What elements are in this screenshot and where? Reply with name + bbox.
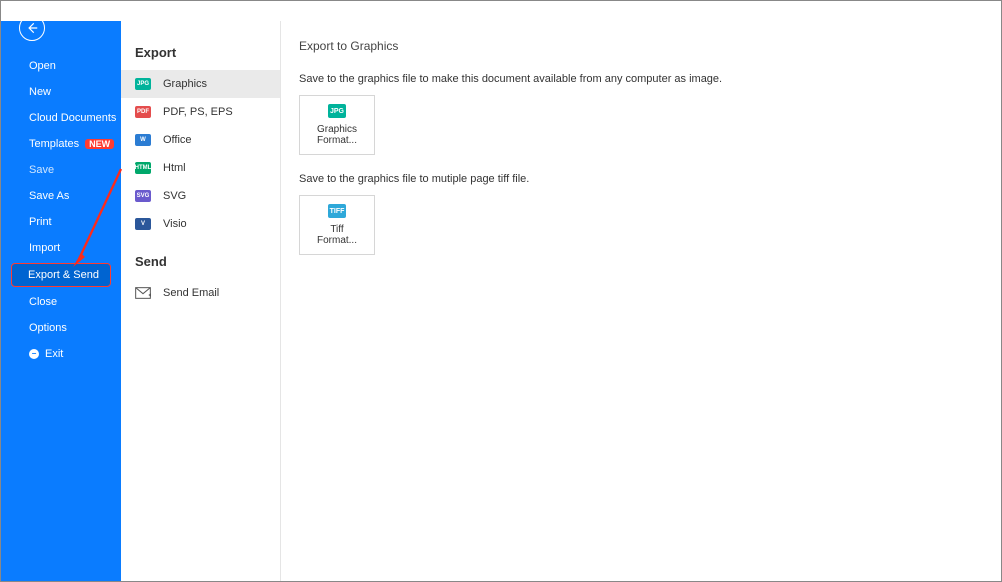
sidebar-item-label: Open (29, 60, 56, 72)
sidebar-item-templates[interactable]: Templates NEW (1, 131, 121, 157)
sidebar-item-import[interactable]: Import (1, 235, 121, 261)
sidebar-item-close[interactable]: Close (1, 289, 121, 315)
word-icon: W (135, 134, 151, 146)
send-heading: Send (121, 248, 280, 279)
export-option-visio[interactable]: V Visio (121, 210, 280, 238)
send-option-label: Send Email (163, 287, 219, 299)
main-title: Export to Graphics (299, 39, 1001, 53)
export-option-label: SVG (163, 190, 186, 202)
export-option-svg[interactable]: SVG SVG (121, 182, 280, 210)
tiff-description: Save to the graphics file to mutiple pag… (299, 173, 1001, 185)
sidebar-item-label: Export & Send (28, 269, 99, 281)
sidebar-item-label: Cloud Documents (29, 112, 116, 124)
email-icon (135, 287, 151, 299)
export-option-graphics[interactable]: JPG Graphics (121, 70, 280, 98)
export-send-column: Export JPG Graphics PDF PDF, PS, EPS W O… (121, 1, 281, 581)
graphics-description: Save to the graphics file to make this d… (299, 73, 1001, 85)
tiff-format-tile[interactable]: TIFF Tiff Format... (299, 195, 375, 255)
graphics-format-tile[interactable]: JPG Graphics Format... (299, 95, 375, 155)
export-option-html[interactable]: HTML Html (121, 154, 280, 182)
sidebar-item-label: Templates (29, 138, 79, 150)
sidebar-item-print[interactable]: Print (1, 209, 121, 235)
export-option-pdf[interactable]: PDF PDF, PS, EPS (121, 98, 280, 126)
sidebar-item-save[interactable]: Save (1, 157, 121, 183)
sidebar-item-export-send[interactable]: Export & Send (11, 263, 111, 287)
jpg-icon: JPG (135, 78, 151, 90)
tiff-icon: TIFF (328, 204, 346, 218)
sidebar-item-save-as[interactable]: Save As (1, 183, 121, 209)
export-heading: Export (121, 39, 280, 70)
send-option-email[interactable]: Send Email (121, 279, 280, 307)
sidebar-item-label: Print (29, 216, 52, 228)
tile-label: Graphics Format... (317, 124, 357, 146)
export-option-label: Visio (163, 218, 187, 230)
sidebar-item-label: New (29, 86, 51, 98)
exit-icon: − (29, 349, 39, 359)
jpg-icon: JPG (328, 104, 346, 118)
html-icon: HTML (135, 162, 151, 174)
visio-icon: V (135, 218, 151, 230)
sidebar-item-open[interactable]: Open (1, 53, 121, 79)
sidebar-item-label: Options (29, 322, 67, 334)
arrow-left-icon (25, 21, 39, 35)
svg-icon: SVG (135, 190, 151, 202)
export-option-label: PDF, PS, EPS (163, 106, 233, 118)
export-option-label: Office (163, 134, 192, 146)
sidebar-item-exit[interactable]: − Exit (1, 341, 121, 367)
sidebar-item-label: Save (29, 164, 54, 176)
sidebar-item-label: Close (29, 296, 57, 308)
export-option-label: Graphics (163, 78, 207, 90)
export-option-label: Html (163, 162, 186, 174)
sidebar-item-label: Exit (45, 348, 63, 360)
new-badge: NEW (85, 139, 114, 149)
sidebar-item-label: Import (29, 242, 60, 254)
export-option-office[interactable]: W Office (121, 126, 280, 154)
sidebar-item-options[interactable]: Options (1, 315, 121, 341)
sidebar-item-new[interactable]: New (1, 79, 121, 105)
pdf-icon: PDF (135, 106, 151, 118)
sidebar: Open New Cloud Documents Templates NEW Sa… (1, 1, 121, 581)
sidebar-item-cloud-documents[interactable]: Cloud Documents (1, 105, 121, 131)
main-content: Export to Graphics Save to the graphics … (281, 1, 1001, 581)
sidebar-item-label: Save As (29, 190, 69, 202)
tile-label: Tiff Format... (317, 224, 357, 246)
